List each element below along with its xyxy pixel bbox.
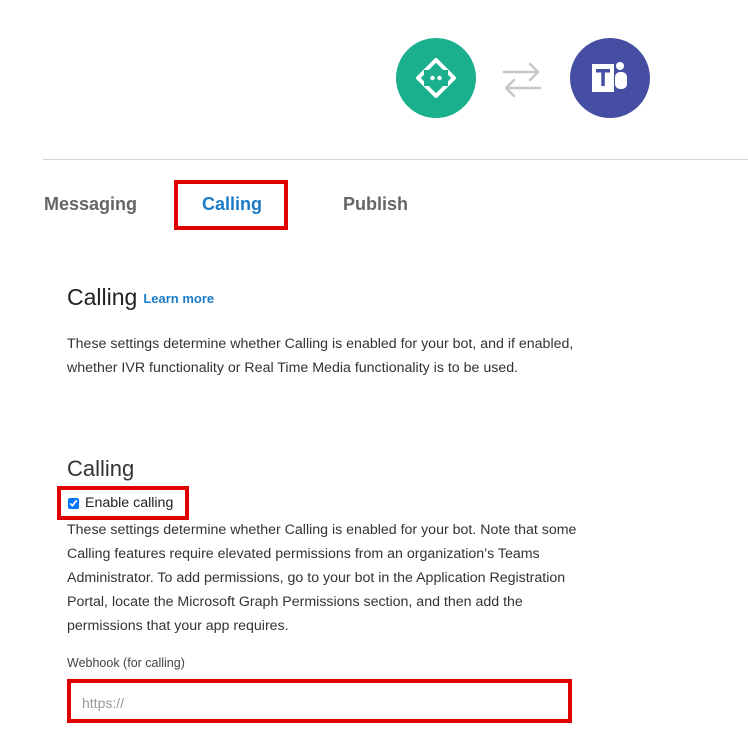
webhook-label: Webhook (for calling) bbox=[67, 656, 185, 670]
webhook-input[interactable] bbox=[74, 688, 562, 718]
header-icons bbox=[396, 38, 656, 120]
calling-heading: Calling bbox=[67, 456, 135, 481]
section-title: Calling Learn more bbox=[67, 283, 214, 313]
bot-code-icon bbox=[396, 38, 476, 118]
section-description: These settings determine whether Calling… bbox=[67, 336, 574, 376]
tab-messaging[interactable]: Messaging bbox=[44, 193, 137, 215]
enable-calling-highlight bbox=[57, 486, 189, 520]
calling-description: These settings determine whether Calling… bbox=[67, 522, 577, 634]
bot-settings-page: Messaging Calling Publish Calling Learn m… bbox=[0, 0, 748, 747]
learn-more-link[interactable]: Learn more bbox=[143, 291, 214, 306]
swap-arrows-icon bbox=[500, 60, 544, 98]
tab-publish[interactable]: Publish bbox=[343, 193, 408, 215]
header-divider bbox=[43, 159, 748, 160]
section-title-text: Calling bbox=[67, 284, 138, 310]
microsoft-teams-icon bbox=[570, 38, 650, 118]
calling-tab-highlight bbox=[174, 180, 288, 230]
